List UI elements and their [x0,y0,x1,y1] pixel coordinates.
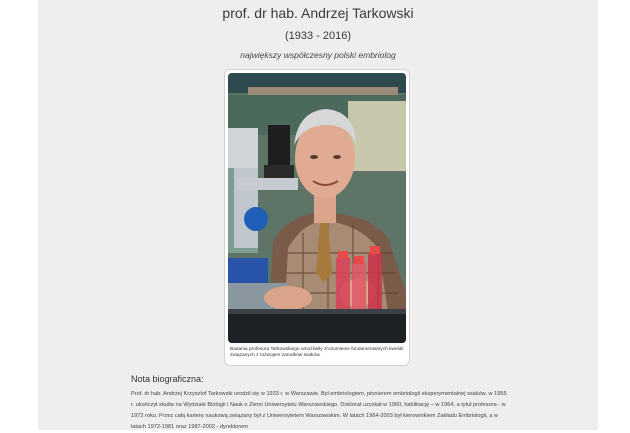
photo-caption: Badania profesora Tarkowskiego umożliwił… [230,347,404,359]
page-subtitle: największy współczesny polski embriolog [240,50,396,60]
page-content: prof. dr hab. Andrzej Tarkowski (1933 - … [38,0,598,430]
bio-heading: Nota biograficzna: [131,374,204,384]
page-title: prof. dr hab. Andrzej Tarkowski [222,5,414,21]
bio-text: Prof. dr hab. Andrzej Krzysztof Tarkowsk… [131,391,507,430]
portrait-figure: Badania profesora Tarkowskiego umożliwił… [224,69,410,366]
life-years: (1933 - 2016) [284,30,352,42]
portrait-photo [228,73,406,343]
